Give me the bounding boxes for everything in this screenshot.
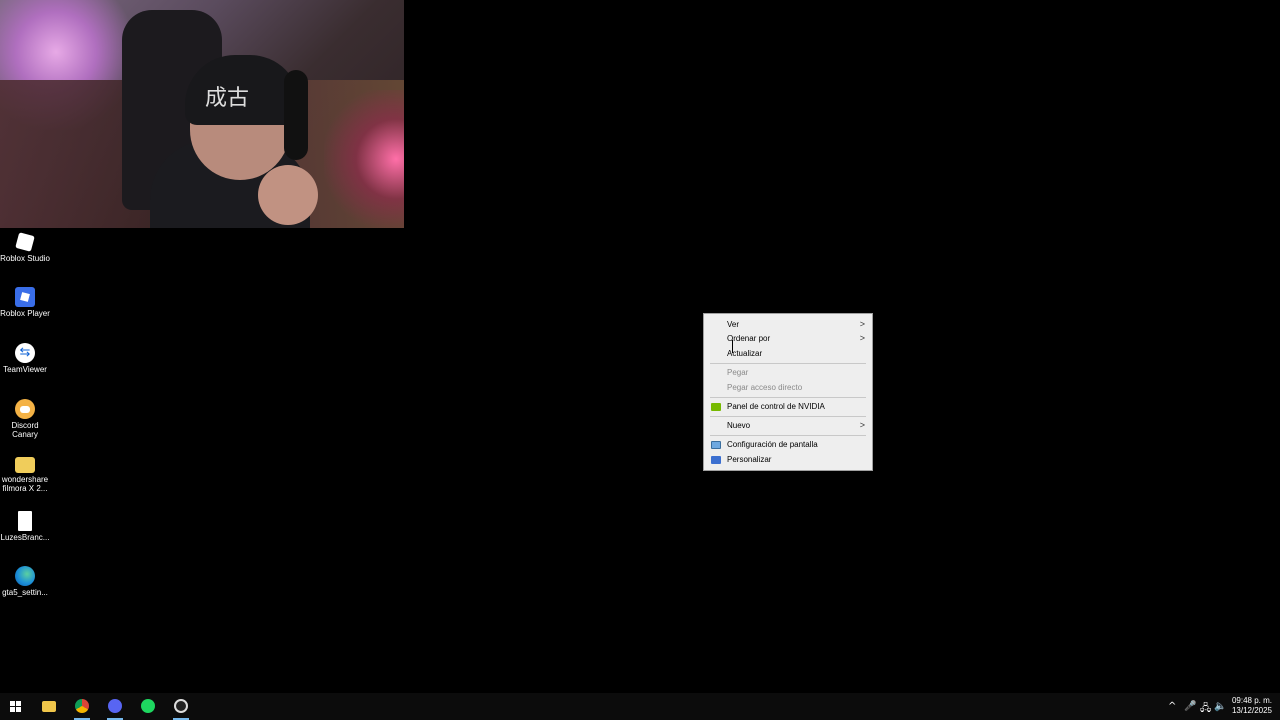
folder-icon <box>42 701 56 712</box>
edge-icon <box>15 566 35 586</box>
desktop-icon-label: Roblox Player <box>0 309 50 318</box>
taskbar-spotify[interactable] <box>132 693 164 720</box>
roblox-player-icon <box>15 287 35 307</box>
menu-separator <box>710 363 866 364</box>
desktop-icon-label: Roblox Studio <box>0 254 50 263</box>
desktop-icon-gta5-settings[interactable]: gta5_settin... <box>0 566 50 597</box>
clock-time: 09:48 p. m. <box>1231 696 1272 705</box>
desktop-icon-label: TeamViewer <box>3 365 47 374</box>
microphone-icon[interactable]: 🎤 <box>1184 701 1196 712</box>
discord-icon <box>108 699 122 713</box>
desktop-icon-roblox-player[interactable]: Roblox Player <box>0 287 50 318</box>
menu-item-pegar-acceso-directo[interactable]: Pegar acceso directo <box>705 381 871 395</box>
chrome-icon <box>75 699 89 713</box>
personalize-icon <box>711 456 721 464</box>
nvidia-icon <box>711 403 721 411</box>
menu-item-personalizar[interactable]: Personalizar <box>705 453 871 467</box>
menu-item-nuevo[interactable]: Nuevo > <box>705 419 871 433</box>
desktop-icon-label: Discord Canary <box>11 421 39 439</box>
menu-item-configuracion-pantalla[interactable]: Configuración de pantalla <box>705 438 871 452</box>
menu-separator <box>710 397 866 398</box>
desktop-icon-discord-canary[interactable]: Discord Canary <box>0 399 50 439</box>
submenu-arrow-icon: > <box>859 319 865 329</box>
menu-item-label: Ordenar por <box>727 334 771 343</box>
taskbar-clock[interactable]: 09:48 p. m. 13/12/2025 <box>1232 696 1272 716</box>
taskbar: ^ 🎤 🖧 🔈 09:48 p. m. 13/12/2025 <box>0 693 1280 720</box>
menu-item-label: Pegar <box>727 368 749 377</box>
file-icon <box>18 511 32 531</box>
teamviewer-icon <box>15 343 35 363</box>
pink-light-glow-right <box>324 90 404 228</box>
desktop-icon-label: LuzesBranc... <box>0 533 50 542</box>
menu-item-label: Personalizar <box>727 455 772 464</box>
desktop-icon-luzesbranc[interactable]: LuzesBranc... <box>0 511 50 542</box>
menu-item-pegar[interactable]: Pegar <box>705 366 871 380</box>
clock-date: 13/12/2025 <box>1231 706 1272 715</box>
menu-item-label: Panel de control de NVIDIA <box>727 402 825 411</box>
taskbar-file-explorer[interactable] <box>33 693 65 720</box>
hand <box>258 165 318 225</box>
system-tray: ^ 🎤 🖧 🔈 09:48 p. m. 13/12/2025 <box>1160 693 1280 720</box>
cap-text: 成古 <box>205 86 250 111</box>
menu-item-ordenar-por[interactable]: Ordenar por > <box>705 332 871 346</box>
volume-icon[interactable]: 🔈 <box>1214 701 1226 712</box>
menu-item-nvidia-panel[interactable]: Panel de control de NVIDIA <box>705 400 871 414</box>
headset <box>284 70 308 160</box>
network-icon[interactable]: 🖧 <box>1200 701 1211 718</box>
webcam-overlay: 成古 <box>0 0 404 228</box>
menu-item-label: Configuración de pantalla <box>727 440 818 449</box>
submenu-arrow-icon: > <box>859 333 865 343</box>
desktop-icon-filmora-folder[interactable]: wondershare filmora X 2... <box>0 455 50 493</box>
text-cursor <box>732 340 733 353</box>
roblox-studio-icon <box>15 232 35 252</box>
obs-icon <box>174 699 188 713</box>
desktop-context-menu: Ver > Ordenar por > Actualizar Pegar Peg… <box>703 313 873 471</box>
menu-separator <box>710 416 866 417</box>
menu-item-actualizar[interactable]: Actualizar <box>705 347 871 361</box>
taskbar-chrome[interactable] <box>66 693 98 720</box>
display-settings-icon <box>711 441 721 449</box>
desktop-icon-label: gta5_settin... <box>2 588 48 597</box>
desktop-icon-label: wondershare filmora X 2... <box>1 475 49 493</box>
desktop-icon-roblox-studio[interactable]: Roblox Studio <box>0 232 50 263</box>
taskbar-obs[interactable] <box>165 693 197 720</box>
menu-separator <box>710 435 866 436</box>
taskbar-discord[interactable] <box>99 693 131 720</box>
start-button[interactable] <box>0 693 32 720</box>
spotify-icon <box>141 699 155 713</box>
discord-canary-icon <box>15 399 35 419</box>
menu-item-label: Pegar acceso directo <box>727 383 803 392</box>
windows-logo-icon <box>10 701 21 712</box>
tray-chevron-icon[interactable]: ^ <box>1168 701 1176 712</box>
folder-icon <box>15 457 35 473</box>
menu-item-label: Ver <box>727 320 740 329</box>
submenu-arrow-icon: > <box>859 420 865 430</box>
desktop-icon-teamviewer[interactable]: TeamViewer <box>0 343 50 374</box>
menu-item-ver[interactable]: Ver > <box>705 318 871 332</box>
menu-item-label: Nuevo <box>727 421 751 430</box>
